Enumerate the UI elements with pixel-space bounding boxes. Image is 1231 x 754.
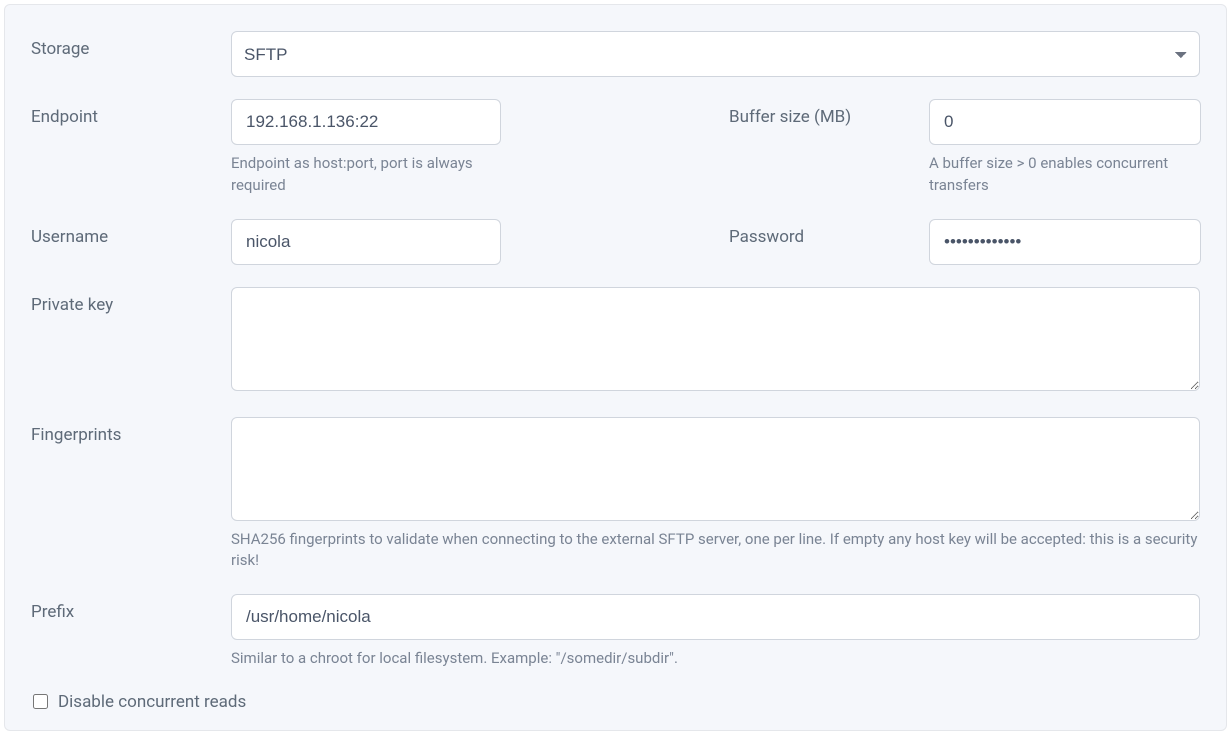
storage-config-panel: Storage SFTP Endpoint Endpoint as host:p…: [4, 4, 1227, 731]
private-key-textarea[interactable]: [231, 287, 1200, 391]
endpoint-label: Endpoint: [31, 99, 231, 127]
private-key-label: Private key: [31, 287, 231, 315]
endpoint-input[interactable]: [231, 99, 501, 145]
username-label: Username: [31, 219, 231, 247]
username-input[interactable]: [231, 219, 501, 265]
prefix-input[interactable]: [231, 594, 1200, 640]
prefix-help: Similar to a chroot for local filesystem…: [231, 648, 1200, 670]
fingerprints-help: SHA256 fingerprints to validate when con…: [231, 529, 1200, 573]
buffer-size-help: A buffer size > 0 enables concurrent tra…: [929, 153, 1189, 197]
password-input[interactable]: [929, 219, 1201, 265]
storage-select[interactable]: SFTP: [231, 31, 1200, 77]
fingerprints-label: Fingerprints: [31, 417, 231, 445]
fingerprints-textarea[interactable]: [231, 417, 1200, 521]
endpoint-help: Endpoint as host:port, port is always re…: [231, 153, 491, 197]
prefix-label: Prefix: [31, 594, 231, 622]
disable-concurrent-label[interactable]: Disable concurrent reads: [58, 692, 246, 712]
disable-concurrent-checkbox[interactable]: [33, 694, 48, 709]
password-label: Password: [729, 219, 929, 247]
buffer-size-input[interactable]: [929, 99, 1201, 145]
buffer-size-label: Buffer size (MB): [729, 99, 929, 127]
storage-label: Storage: [31, 31, 231, 59]
